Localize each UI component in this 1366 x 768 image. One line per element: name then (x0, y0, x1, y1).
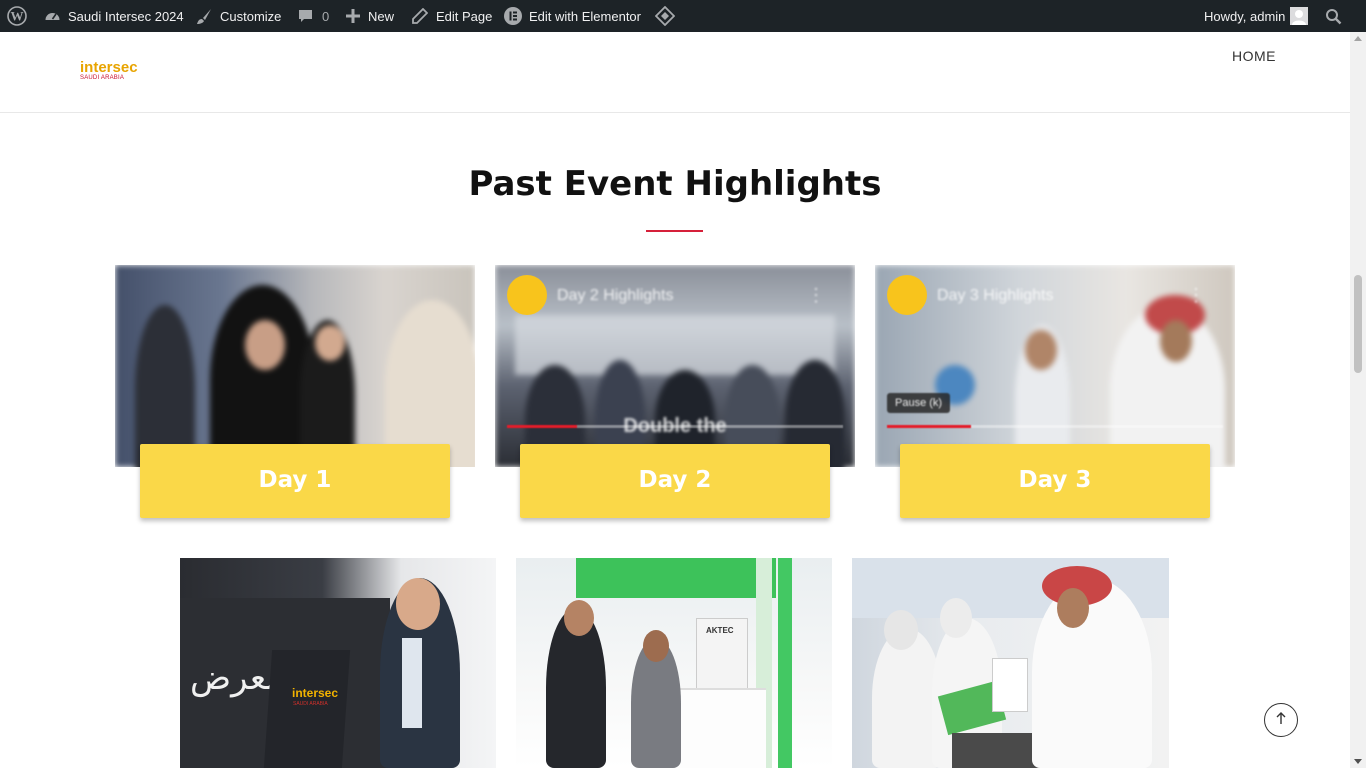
video-day-3[interactable]: Day 3 Highlights ⋮ Pause (k) (875, 265, 1235, 467)
more-icon: ⋮ (1187, 285, 1205, 305)
scroll-down-arrow[interactable] (1354, 759, 1362, 764)
nav-item-home[interactable]: HOME (1232, 48, 1276, 64)
plus-icon (346, 9, 360, 23)
progress-bar[interactable] (887, 425, 1223, 428)
site-header: intersec SAUDI ARABIA HOME (0, 32, 1350, 113)
page-scrollbar[interactable] (1350, 32, 1366, 768)
booth-poster-text: AKTEC (706, 626, 734, 635)
day-1-label[interactable]: Day 1 (140, 444, 450, 518)
video-day-2[interactable]: Day 2 Highlights ⋮ Double the (495, 265, 855, 467)
scroll-thumb[interactable] (1354, 275, 1362, 373)
section-title: Past Event Highlights (468, 164, 882, 204)
account-menu[interactable]: Howdy, admin (1204, 0, 1309, 32)
podium (263, 650, 351, 768)
visitor-2-head (643, 630, 669, 662)
dashboard-icon (44, 8, 61, 25)
svg-text:W: W (11, 9, 24, 24)
site-name: Saudi Intersec 2024 (68, 8, 184, 24)
podium-logo-sub: SAUDI ARABIA (293, 701, 328, 707)
wordpress-menu[interactable]: W (7, 0, 27, 32)
avatar (1290, 7, 1309, 25)
logo-main-text: intersec (80, 59, 138, 76)
speaker-shirt (402, 638, 422, 728)
title-divider (646, 230, 703, 232)
more-icon: ⋮ (807, 285, 825, 305)
site-logo[interactable]: intersec SAUDI ARABIA (80, 60, 138, 82)
edit-page-link[interactable]: Edit Page (412, 0, 492, 32)
pause-tooltip: Pause (k) (887, 393, 951, 413)
diamond-icon (655, 6, 675, 26)
visitor-5 (1032, 578, 1152, 768)
day-2-text: Day 2 (638, 467, 712, 493)
comments-count: 0 (322, 8, 330, 24)
elementor-icon (504, 7, 522, 25)
booth-green-strip (778, 558, 792, 768)
brush-icon (196, 8, 213, 25)
photo-booth[interactable]: AKTEC (516, 558, 832, 768)
video-title: Day 3 Highlights (937, 287, 1054, 304)
greeting: Howdy, admin (1204, 8, 1286, 24)
admin-search[interactable] (1325, 0, 1342, 32)
progress-fill (887, 425, 971, 428)
day-1-text: Day 1 (258, 467, 332, 493)
channel-avatar (887, 275, 927, 315)
day-2-label[interactable]: Day 2 (520, 444, 830, 518)
booth-sign (576, 558, 776, 598)
video-title: Day 2 Highlights (557, 287, 674, 304)
wordpress-icon: W (7, 6, 27, 26)
podium-logo: intersec (292, 686, 339, 700)
video-thumbnail (115, 265, 475, 467)
arrow-up-icon (1275, 711, 1287, 730)
admin-bar: W Saudi Intersec 2024 Customize 0 New Ed… (0, 0, 1366, 32)
white-bag (992, 658, 1028, 712)
scroll-up-arrow[interactable] (1354, 36, 1362, 41)
visitor-5-head (1057, 588, 1089, 628)
photo-exhibitors[interactable] (852, 558, 1169, 768)
site-name-menu[interactable]: Saudi Intersec 2024 (44, 0, 184, 32)
customize-label: Customize (220, 8, 282, 24)
new-content-menu[interactable]: New (346, 0, 394, 32)
visitor-4-head (940, 598, 972, 638)
edit-page-label: Edit Page (436, 8, 493, 24)
edit-elementor-link[interactable]: Edit with Elementor (504, 0, 641, 32)
channel-avatar (507, 275, 547, 315)
video-thumbnail (875, 265, 1235, 467)
photo-speaker[interactable]: ﻣﻌﺮض intersec SAUDI ARABIA (180, 558, 496, 768)
scroll-to-top-button[interactable] (1264, 703, 1298, 737)
video-day-1[interactable] (115, 265, 475, 467)
visitor-3-head (884, 610, 918, 650)
speaker-head (396, 578, 440, 630)
visitor-1-head (564, 600, 594, 636)
video-overlay-text: Double the (623, 415, 727, 437)
day-3-label[interactable]: Day 3 (900, 444, 1210, 518)
edit-elementor-label: Edit with Elementor (529, 8, 641, 24)
search-icon (1325, 8, 1342, 25)
pencil-icon (412, 8, 428, 24)
comment-icon (298, 9, 313, 24)
diamond-menu[interactable] (655, 0, 675, 32)
logo-sub-text: SAUDI ARABIA (80, 75, 125, 81)
new-label: New (368, 8, 395, 24)
customize-link[interactable]: Customize (196, 0, 281, 32)
comments-link[interactable]: 0 (298, 0, 329, 32)
day-3-text: Day 3 (1018, 467, 1092, 493)
